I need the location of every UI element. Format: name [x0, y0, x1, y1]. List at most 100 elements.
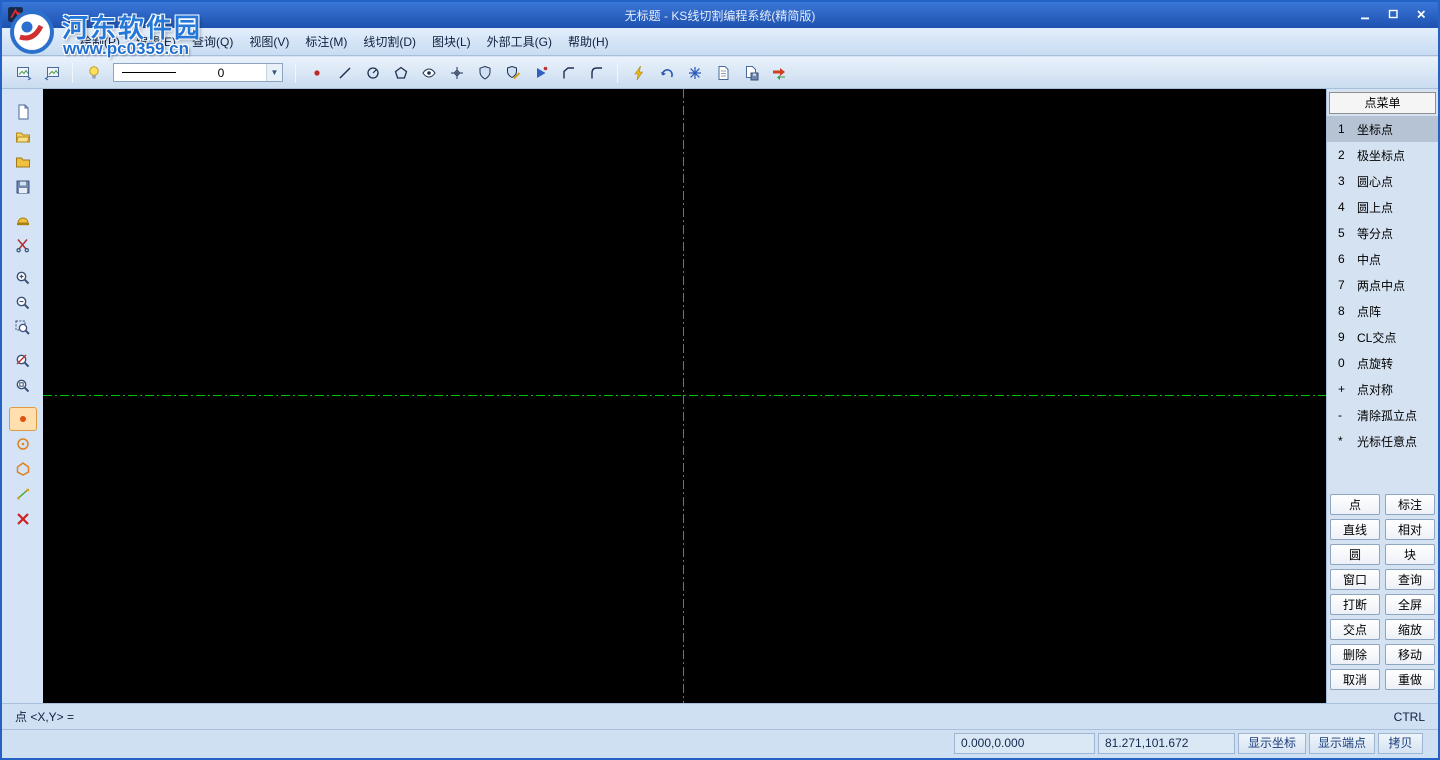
- circle-tool-icon[interactable]: [361, 61, 384, 84]
- item-key: *: [1338, 434, 1343, 448]
- point-menu-item-array[interactable]: 8 点阵: [1327, 298, 1438, 324]
- relative-coordinate-display: 81.271,101.672: [1098, 733, 1235, 754]
- new-file-icon[interactable]: [9, 100, 37, 124]
- menu-draw[interactable]: 绘制(P): [72, 29, 128, 54]
- transfer-icon[interactable]: [767, 61, 790, 84]
- command-button-window[interactable]: 窗口: [1330, 569, 1380, 590]
- point-menu-item-two-point-mid[interactable]: 7 两点中点: [1327, 272, 1438, 298]
- shield-icon[interactable]: [473, 61, 496, 84]
- close-icon[interactable]: [1410, 5, 1432, 23]
- point-menu-item-rotate[interactable]: 0 点旋转: [1327, 350, 1438, 376]
- point-menu-item-cursor-any[interactable]: * 光标任意点: [1327, 428, 1438, 454]
- zoom-out-icon[interactable]: [9, 291, 37, 315]
- simulate-icon[interactable]: [529, 61, 552, 84]
- zoom-previous-icon[interactable]: [9, 349, 37, 373]
- lightning-icon[interactable]: [627, 61, 650, 84]
- menu-wirecut[interactable]: 线切割(D): [355, 29, 424, 54]
- command-button-move[interactable]: 移动: [1385, 644, 1435, 665]
- menu-edit[interactable]: 编辑(E): [128, 29, 184, 54]
- polygon-tool-icon[interactable]: [389, 61, 412, 84]
- toolbar-separator: [72, 62, 73, 83]
- menu-query[interactable]: 查询(Q): [184, 29, 241, 54]
- lightbulb-icon[interactable]: [82, 61, 105, 84]
- point-tool-icon[interactable]: [305, 61, 328, 84]
- circle-draw-icon[interactable]: [9, 432, 37, 456]
- command-button-delete[interactable]: 删除: [1330, 644, 1380, 665]
- copy-button[interactable]: 拷贝: [1378, 733, 1423, 754]
- point-menu-item-coordinate[interactable]: 1 坐标点: [1327, 116, 1438, 142]
- menu-external-tools[interactable]: 外部工具(G): [479, 29, 560, 54]
- chevron-down-icon[interactable]: ▼: [266, 64, 282, 81]
- command-button-relative[interactable]: 相对: [1385, 519, 1435, 540]
- point-menu-title: 点菜单: [1329, 92, 1436, 114]
- minimize-icon[interactable]: [1354, 5, 1376, 23]
- zoom-window-icon[interactable]: [9, 316, 37, 340]
- corner-fillet-icon[interactable]: [585, 61, 608, 84]
- command-button-circle[interactable]: 圆: [1330, 544, 1380, 565]
- point-draw-icon[interactable]: [8, 407, 37, 431]
- redo-icon[interactable]: [683, 61, 706, 84]
- eye-icon[interactable]: [417, 61, 440, 84]
- import-image-icon[interactable]: [40, 61, 63, 84]
- show-endpoints-button[interactable]: 显示端点: [1309, 733, 1375, 754]
- command-button-block[interactable]: 块: [1385, 544, 1435, 565]
- command-button-cancel[interactable]: 取消: [1330, 669, 1380, 690]
- point-menu-item-cl-intersect[interactable]: 9 CL交点: [1327, 324, 1438, 350]
- point-menu-item-clear-isolated[interactable]: - 清除孤立点: [1327, 402, 1438, 428]
- command-button-break[interactable]: 打断: [1330, 594, 1380, 615]
- item-label: 极坐标点: [1357, 148, 1406, 163]
- crosshair-icon[interactable]: [445, 61, 468, 84]
- command-button-redo[interactable]: 重做: [1385, 669, 1435, 690]
- zoom-in-icon[interactable]: [9, 266, 37, 290]
- item-key: 3: [1338, 174, 1345, 188]
- point-menu-item-on-circle[interactable]: 4 圆上点: [1327, 194, 1438, 220]
- export-image-icon[interactable]: [12, 61, 35, 84]
- point-menu-item-midpoint[interactable]: 6 中点: [1327, 246, 1438, 272]
- document-save-icon[interactable]: [739, 61, 762, 84]
- shield-edit-icon[interactable]: [501, 61, 524, 84]
- point-menu-item-circle-center[interactable]: 3 圆心点: [1327, 168, 1438, 194]
- line-width-combo[interactable]: 0 ▼: [113, 63, 283, 82]
- item-key: 9: [1338, 330, 1345, 344]
- command-button-fullscreen[interactable]: 全屏: [1385, 594, 1435, 615]
- open-file-icon[interactable]: [9, 125, 37, 149]
- maximize-icon[interactable]: [1382, 5, 1404, 23]
- item-key: +: [1338, 382, 1346, 396]
- command-button-query[interactable]: 查询: [1385, 569, 1435, 590]
- line-tool-icon[interactable]: [333, 61, 356, 84]
- item-label: 坐标点: [1357, 122, 1394, 137]
- menu-block[interactable]: 图块(L): [424, 29, 479, 54]
- item-key: 7: [1338, 278, 1345, 292]
- menu-help[interactable]: 帮助(H): [560, 29, 617, 54]
- delete-x-icon[interactable]: [9, 507, 37, 531]
- command-button-zoom[interactable]: 缩放: [1385, 619, 1435, 640]
- point-menu-item-polar[interactable]: 2 极坐标点: [1327, 142, 1438, 168]
- undo-icon[interactable]: [655, 61, 678, 84]
- point-menu-item-divide[interactable]: 5 等分点: [1327, 220, 1438, 246]
- item-label: 点旋转: [1357, 356, 1394, 371]
- document-icon[interactable]: [711, 61, 734, 84]
- command-button-dimension[interactable]: 标注: [1385, 494, 1435, 515]
- command-button-line[interactable]: 直线: [1330, 519, 1380, 540]
- command-button-intersect[interactable]: 交点: [1330, 619, 1380, 640]
- command-button-point[interactable]: 点: [1330, 494, 1380, 515]
- folder-icon[interactable]: [9, 150, 37, 174]
- lamp-icon[interactable]: [9, 208, 37, 232]
- menu-dimension[interactable]: 标注(M): [297, 29, 355, 54]
- save-icon[interactable]: [9, 175, 37, 199]
- item-key: 8: [1338, 304, 1345, 318]
- item-key: 1: [1338, 122, 1345, 136]
- item-key: 0: [1338, 356, 1345, 370]
- line-draw-icon[interactable]: [9, 482, 37, 506]
- polygon-draw-icon[interactable]: [9, 457, 37, 481]
- line-width-sample: [122, 72, 176, 73]
- app-window: 无标题 - KS线切割编程系统(精简版) 绘制(P) 编辑(E) 查询(Q) 视…: [0, 0, 1440, 760]
- drawing-canvas[interactable]: [43, 89, 1326, 703]
- corner-chamfer-icon[interactable]: [557, 61, 580, 84]
- item-key: 4: [1338, 200, 1345, 214]
- show-coordinates-button[interactable]: 显示坐标: [1238, 733, 1306, 754]
- menu-view[interactable]: 视图(V): [241, 29, 297, 54]
- cut-icon[interactable]: [9, 233, 37, 257]
- point-menu-item-mirror[interactable]: + 点对称: [1327, 376, 1438, 402]
- zoom-all-icon[interactable]: [9, 374, 37, 398]
